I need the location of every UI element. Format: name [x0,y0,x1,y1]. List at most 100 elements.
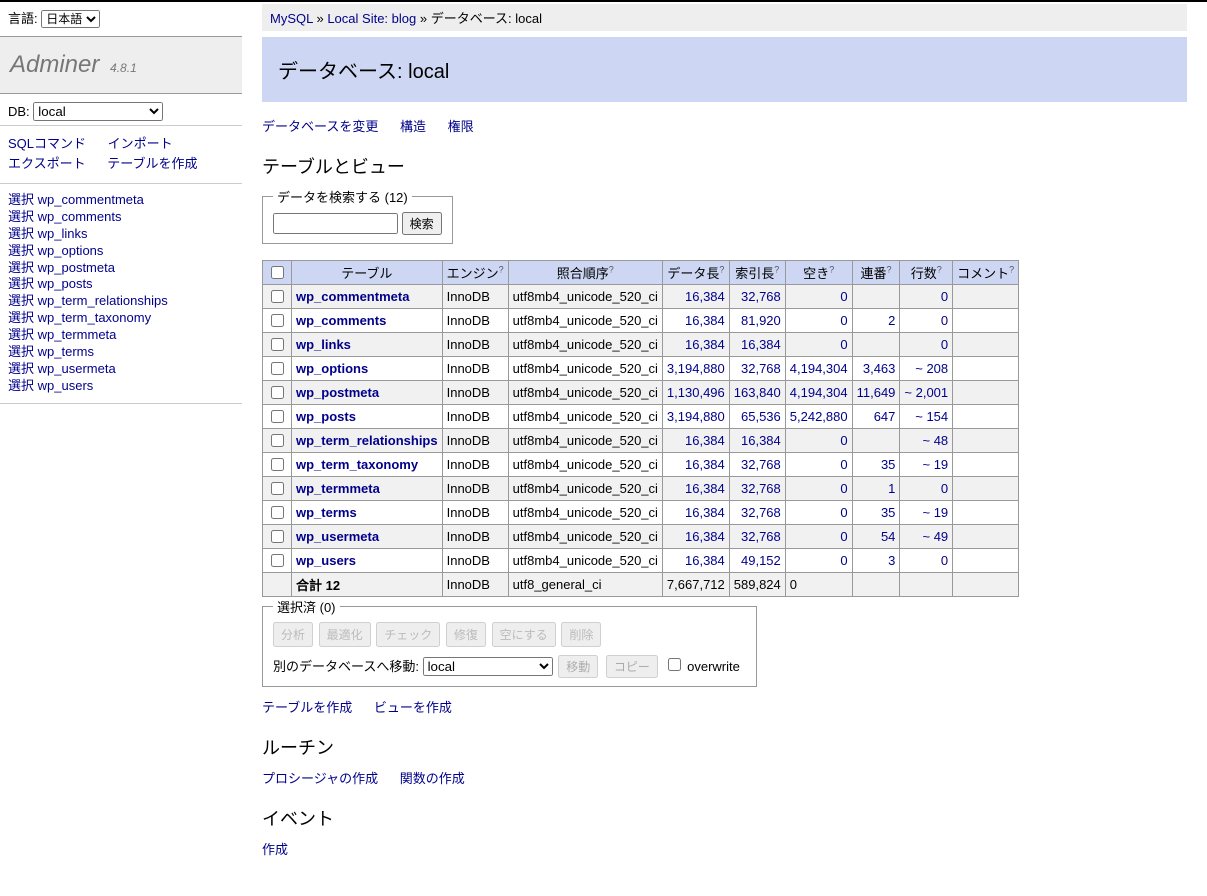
cell-link[interactable]: 16,384 [685,433,725,448]
sidebar-table-link[interactable]: wp_commentmeta [38,192,144,207]
optimize-button[interactable]: 最適化 [319,622,371,647]
checkall[interactable] [271,266,284,279]
cell-link[interactable]: 4,194,304 [790,385,848,400]
cell-link[interactable]: 16,384 [685,481,725,496]
cell-link[interactable]: 32,768 [741,529,781,544]
help-icon[interactable]: ? [774,265,779,275]
cell-link[interactable]: 32,768 [741,289,781,304]
cell-link[interactable]: 0 [840,457,847,472]
sidebar-table-link[interactable]: wp_terms [38,344,94,359]
table-link[interactable]: wp_commentmeta [296,289,409,304]
cell-link[interactable]: 163,840 [734,385,781,400]
sidebar-select-link[interactable]: 選択 [8,226,34,241]
cell-link[interactable]: ~ 208 [915,361,948,376]
sidebar-table-link[interactable]: wp_comments [38,209,122,224]
cell-link[interactable]: 16,384 [685,337,725,352]
cell-link[interactable]: 3 [888,553,895,568]
cell-link[interactable]: ~ 2,001 [904,385,948,400]
cell-link[interactable]: 16,384 [685,313,725,328]
cell-link[interactable]: 1 [888,481,895,496]
row-checkbox[interactable] [271,338,284,351]
cell-link[interactable]: 35 [881,505,895,520]
cell-link[interactable]: ~ 48 [922,433,948,448]
cell-link[interactable]: 16,384 [685,289,725,304]
row-checkbox[interactable] [271,410,284,423]
sidebar-table-link[interactable]: wp_postmeta [38,260,115,275]
cell-link[interactable]: 49,152 [741,553,781,568]
cell-link[interactable]: 0 [840,553,847,568]
cell-link[interactable]: 16,384 [741,337,781,352]
sidebar-select-link[interactable]: 選択 [8,192,34,207]
bc-site[interactable]: Local Site: blog [327,11,416,26]
cell-link[interactable]: 16,384 [685,505,725,520]
help-icon[interactable]: ? [499,265,504,275]
row-checkbox[interactable] [271,554,284,567]
sidebar-table-link[interactable]: wp_users [38,378,94,393]
cell-link[interactable]: 0 [941,337,948,352]
cell-link[interactable]: 32,768 [741,361,781,376]
sidebar-select-link[interactable]: 選択 [8,293,34,308]
table-link[interactable]: wp_term_taxonomy [296,457,418,472]
cell-link[interactable]: ~ 49 [922,529,948,544]
cell-link[interactable]: 0 [840,433,847,448]
row-checkbox[interactable] [271,362,284,375]
move-button[interactable]: 移動 [558,655,598,678]
help-icon[interactable]: ? [887,265,892,275]
search-input[interactable] [273,213,398,234]
cell-link[interactable]: 3,463 [863,361,896,376]
link-sqlcommand[interactable]: SQLコマンド [8,134,86,154]
table-link[interactable]: wp_posts [296,409,356,424]
cell-link[interactable]: 0 [941,553,948,568]
link-create-function[interactable]: 関数の作成 [400,771,465,786]
hdr-datalen[interactable]: データ長 [667,266,719,281]
db-select[interactable]: local [33,102,163,121]
cell-link[interactable]: 0 [941,289,948,304]
overwrite-checkbox[interactable] [668,658,681,671]
row-checkbox[interactable] [271,506,284,519]
cell-link[interactable]: 0 [840,529,847,544]
cell-link[interactable]: 0 [941,481,948,496]
sidebar-select-link[interactable]: 選択 [8,378,34,393]
sidebar-select-link[interactable]: 選択 [8,243,34,258]
cell-link[interactable]: 0 [840,337,847,352]
sidebar-table-link[interactable]: wp_posts [38,276,93,291]
help-icon[interactable]: ? [829,265,834,275]
help-icon[interactable]: ? [937,265,942,275]
truncate-button[interactable]: 空にする [492,622,556,647]
table-link[interactable]: wp_postmeta [296,385,379,400]
link-schema[interactable]: 構造 [400,119,426,134]
row-checkbox[interactable] [271,458,284,471]
table-link[interactable]: wp_usermeta [296,529,379,544]
link-create-event[interactable]: 作成 [262,842,288,857]
sidebar-select-link[interactable]: 選択 [8,344,34,359]
cell-link[interactable]: 0 [840,481,847,496]
hdr-collation[interactable]: 照合順序 [557,266,609,281]
sidebar-table-link[interactable]: wp_termmeta [38,327,117,342]
hdr-rows[interactable]: 行数 [911,266,937,281]
link-create-procedure[interactable]: プロシージャの作成 [262,771,378,786]
table-link[interactable]: wp_terms [296,505,357,520]
sidebar-select-link[interactable]: 選択 [8,361,34,376]
link-export[interactable]: エクスポート [8,154,86,174]
link-import[interactable]: インポート [108,134,173,154]
cell-link[interactable]: ~ 154 [915,409,948,424]
cell-link[interactable]: 4,194,304 [790,361,848,376]
table-link[interactable]: wp_comments [296,313,386,328]
row-checkbox[interactable] [271,386,284,399]
help-icon[interactable]: ? [719,265,724,275]
cell-link[interactable]: 32,768 [741,505,781,520]
table-link[interactable]: wp_users [296,553,356,568]
row-checkbox[interactable] [271,434,284,447]
hdr-comment[interactable]: コメント [957,266,1009,281]
help-icon[interactable]: ? [609,265,614,275]
link-create-view[interactable]: ビューを作成 [374,700,452,715]
hdr-free[interactable]: 空き [803,266,829,281]
repair-button[interactable]: 修復 [446,622,486,647]
cell-link[interactable]: 16,384 [685,553,725,568]
cell-link[interactable]: 5,242,880 [790,409,848,424]
cell-link[interactable]: 54 [881,529,895,544]
sidebar-select-link[interactable]: 選択 [8,327,34,342]
hdr-engine[interactable]: エンジン [447,266,499,281]
sidebar-select-link[interactable]: 選択 [8,209,34,224]
cell-link[interactable]: 0 [941,313,948,328]
